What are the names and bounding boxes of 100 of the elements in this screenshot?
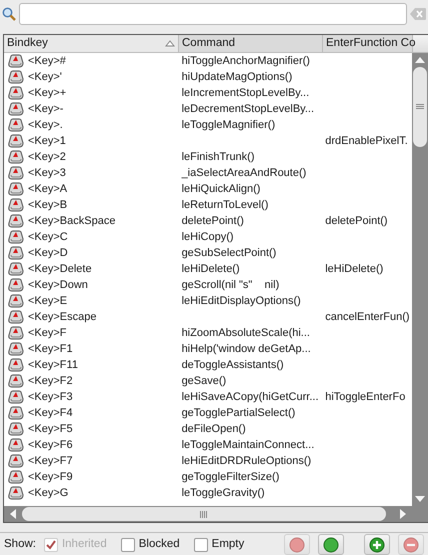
bindkey-cell-text: <Key>F7 — [28, 454, 73, 469]
bindkey-cell-text: <Key>C — [28, 230, 68, 245]
command-cell-text: leHiCopy() — [180, 230, 235, 245]
command-cell-text: leHiEditDRDRuleOptions() — [180, 454, 312, 469]
command-cell-text: hiZoomAbsoluteScale(hi... — [180, 326, 311, 341]
bindkey-cell-text: <Key>F9 — [28, 470, 73, 485]
command-cell-text: leIncrementStopLevelBy... — [180, 86, 310, 101]
bindkey-cell-text: <Key>F11 — [28, 358, 78, 373]
column-header[interactable]: Command — [179, 35, 323, 52]
bindkey-cell-text: <Key>1 — [28, 134, 66, 149]
checkbox-label: Blocked — [138, 536, 180, 552]
enter-function-cell-text: hiToggleEnterFo — [324, 390, 406, 405]
bindkey-cell-text: <Key>Down — [28, 278, 88, 293]
command-cell-text: deletePoint() — [180, 214, 245, 229]
bindkey-cell-text: <Key>F1 — [28, 342, 73, 357]
key-icon — [7, 310, 24, 324]
bindkey-cell-text: <Key>' — [28, 70, 62, 85]
sort-icon — [165, 40, 175, 47]
command-cell-text: leFinishTrunk() — [180, 150, 256, 165]
checkbox-label: Inherited — [62, 536, 107, 552]
key-icon — [7, 230, 24, 244]
column-header[interactable]: Bindkey — [4, 35, 179, 52]
enter-function-cell-text: cancelEnterFun() — [324, 310, 411, 325]
key-icon — [7, 342, 24, 356]
show-label: Show: — [4, 536, 36, 552]
bindkey-cell-text: <Key>F2 — [28, 374, 73, 389]
remove-icon — [403, 536, 419, 552]
checkbox[interactable] — [120, 538, 135, 552]
key-icon — [7, 294, 24, 308]
command-cell-text: leHiEditDisplayOptions() — [180, 294, 302, 309]
command-cell-text: geTogglePartialSelect() — [180, 406, 296, 421]
search-field[interactable] — [18, 3, 408, 25]
key-icon — [7, 246, 24, 260]
command-cell-text: leHiQuickAlign() — [180, 182, 262, 197]
bindkey-cell-text: <Key>D — [28, 246, 68, 261]
key-icon — [7, 118, 24, 132]
search-icon — [2, 7, 16, 21]
bindkey-cell-text: <Key>E — [28, 294, 68, 309]
command-cell-text: geSave() — [180, 374, 228, 389]
key-icon — [7, 166, 24, 180]
key-icon — [7, 422, 24, 436]
key-icon — [7, 214, 24, 228]
go-button[interactable] — [318, 534, 344, 555]
key-icon — [7, 438, 24, 452]
enter-function-cell-text: deletePoint() — [324, 214, 389, 229]
horizontal-scrollbar[interactable] — [4, 506, 428, 522]
key-icon — [7, 102, 24, 116]
bindkey-cell-text: <Key>A — [28, 182, 68, 197]
key-icon — [7, 278, 24, 292]
key-icon — [7, 182, 24, 196]
key-icon — [7, 54, 24, 68]
checkbox[interactable] — [194, 538, 208, 552]
add-icon — [369, 536, 385, 552]
key-icon — [7, 486, 24, 500]
command-cell-text: _iaSelectAreaAndRoute() — [180, 166, 308, 181]
command-cell-text: hiUpdateMagOptions() — [180, 70, 294, 85]
key-icon — [7, 150, 24, 164]
key-icon — [7, 374, 24, 388]
bindkey-cell-text: <Key>F4 — [28, 406, 73, 421]
bindkey-cell-text: <Key>F3 — [28, 390, 73, 405]
checkbox-label: Empty — [212, 536, 244, 552]
grip-icon — [416, 104, 424, 110]
bindkey-cell-text: <Key>2 — [28, 150, 66, 165]
bindkey-cell-text: <Key>F — [28, 326, 67, 341]
command-cell-text: hiToggleAnchorMagnifier() — [180, 54, 311, 69]
go-icon — [323, 536, 339, 552]
bindkey-cell-text: <Key>Delete — [28, 262, 92, 277]
enter-function-cell-text: drdEnablePixelT. — [324, 134, 409, 149]
bindkey-cell-text: <Key>B — [28, 198, 68, 213]
clear-icon[interactable] — [410, 8, 426, 20]
command-cell-text: leReturnToLevel() — [180, 198, 270, 213]
bindkey-cell-text: <Key>F5 — [28, 422, 73, 437]
key-icon — [7, 198, 24, 212]
bindkey-cell-text: <Key>. — [28, 118, 63, 133]
command-cell-text: geSubSelectPoint() — [180, 246, 278, 261]
key-icon — [7, 454, 24, 468]
command-cell-text: deToggleAssistants() — [180, 358, 285, 373]
key-icon — [7, 406, 24, 420]
bindkey-cell-text: <Key>F6 — [28, 438, 73, 453]
bindkey-cell-text: <Key>+ — [28, 86, 66, 101]
key-icon — [7, 262, 24, 276]
key-icon — [7, 470, 24, 484]
stop-icon — [289, 536, 305, 552]
bindkey-cell-text: <Key># — [28, 54, 66, 69]
key-icon — [7, 134, 24, 148]
command-cell-text: leToggleMaintainConnect... — [180, 438, 316, 453]
column-header[interactable]: EnterFunction Co — [323, 35, 413, 52]
enter-function-cell-text: leHiDelete() — [324, 262, 384, 277]
command-cell-text: geScroll(nil "s" nil) — [180, 278, 280, 293]
add-button[interactable] — [364, 534, 390, 555]
bindkey-cell-text: <Key>BackSpace — [28, 214, 116, 229]
command-cell-text: leHiSaveACopy(hiGetCurr... — [180, 390, 320, 405]
bindkey-cell-text: <Key>G — [28, 486, 68, 501]
key-icon — [7, 86, 24, 100]
bindkey-cell-text: <Key>- — [28, 102, 64, 117]
command-cell-text: leHiDelete() — [180, 262, 241, 277]
vertical-scrollbar[interactable] — [412, 53, 428, 506]
command-cell-text: geToggleFilterSize() — [180, 470, 280, 485]
command-cell-text: leDecrementStopLevelBy... — [180, 102, 316, 117]
command-cell-text: leToggleGravity() — [180, 486, 266, 501]
